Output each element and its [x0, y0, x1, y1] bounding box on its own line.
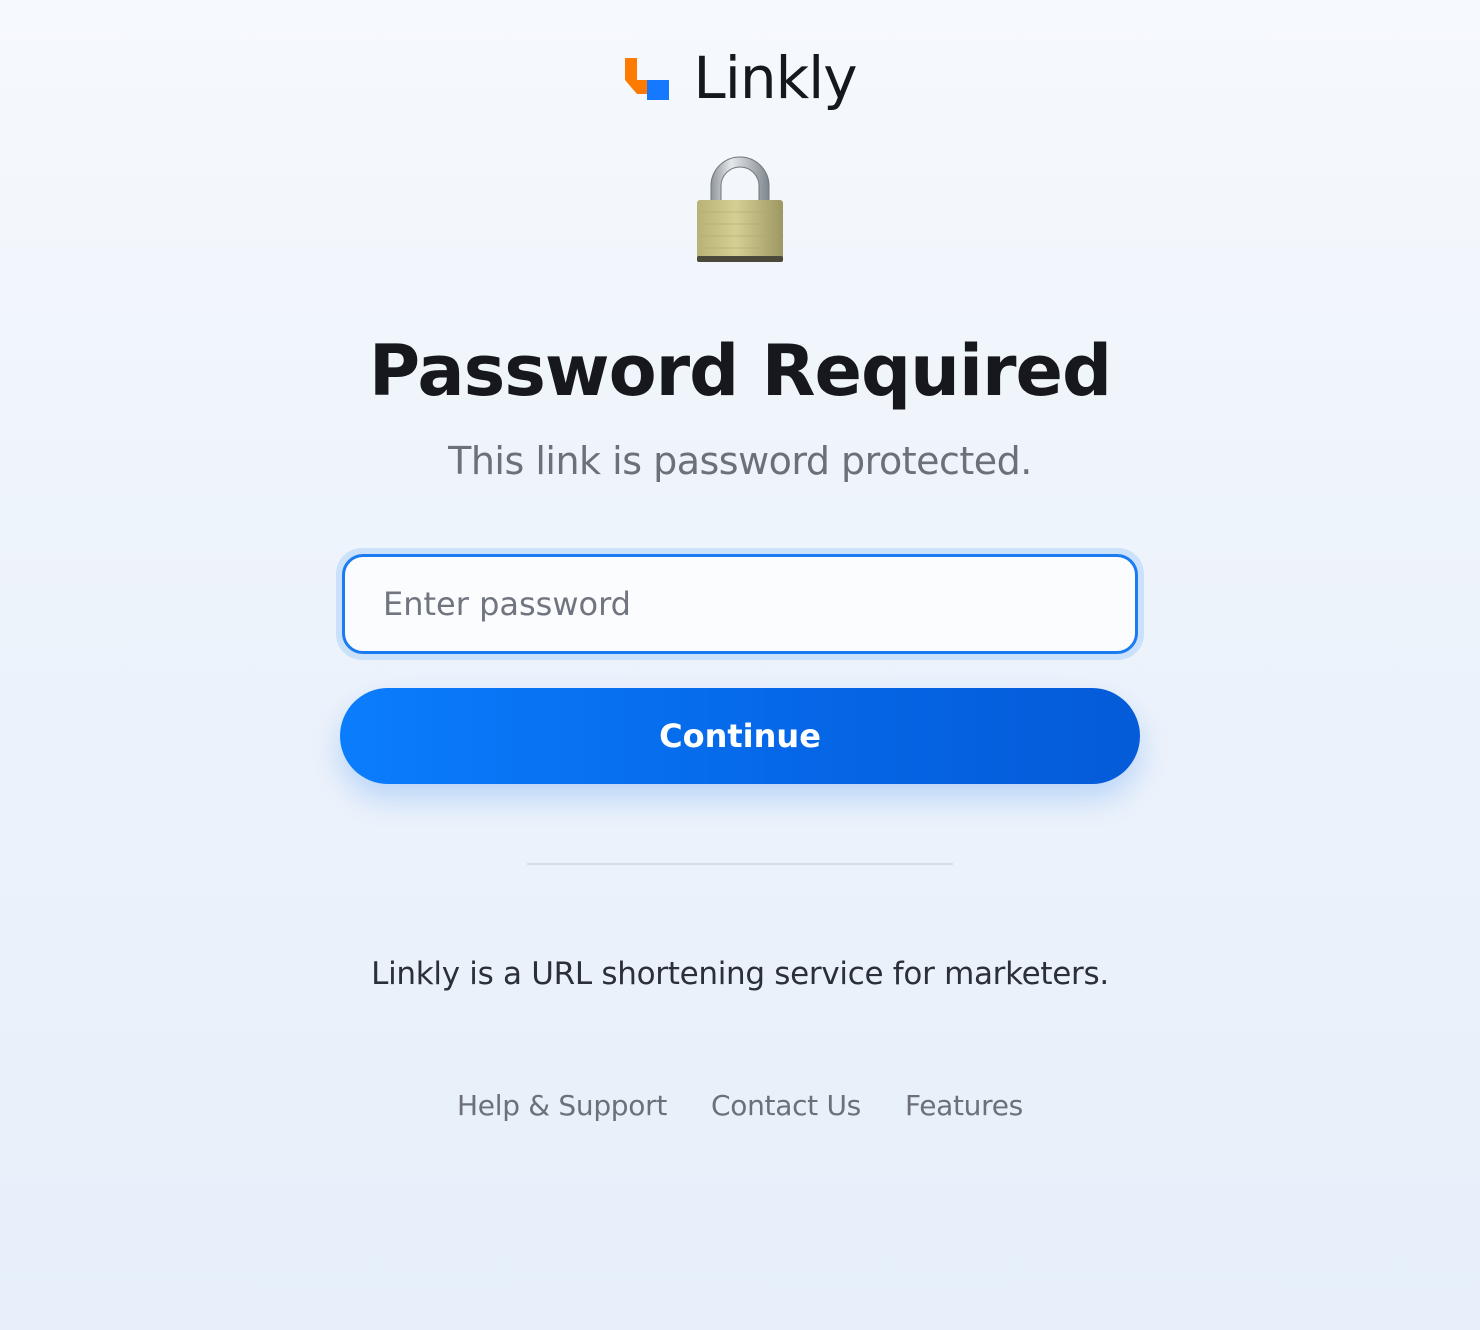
footer-link-help-support[interactable]: Help & Support: [457, 1086, 667, 1126]
password-field-focus-ring: [336, 548, 1144, 660]
footer-link-contact-us[interactable]: Contact Us: [711, 1086, 861, 1126]
page-subtitle: This link is password protected.: [448, 439, 1032, 483]
footer-link-features[interactable]: Features: [905, 1086, 1023, 1126]
linkly-logo-icon: [625, 58, 670, 100]
continue-button[interactable]: Continue: [340, 688, 1140, 784]
padlock-icon: [697, 156, 783, 262]
brand-logo[interactable]: Linkly: [0, 44, 1480, 112]
password-input[interactable]: [342, 554, 1138, 654]
page-title: Password Required: [368, 330, 1112, 412]
footer-links: Help & Support Contact Us Features: [0, 1086, 1480, 1126]
brand-name: Linkly: [693, 44, 857, 112]
tagline: Linkly is a URL shortening service for m…: [371, 956, 1109, 992]
divider: [527, 863, 953, 865]
password-page: Linkly Password Required This link is pa…: [0, 0, 1480, 1330]
